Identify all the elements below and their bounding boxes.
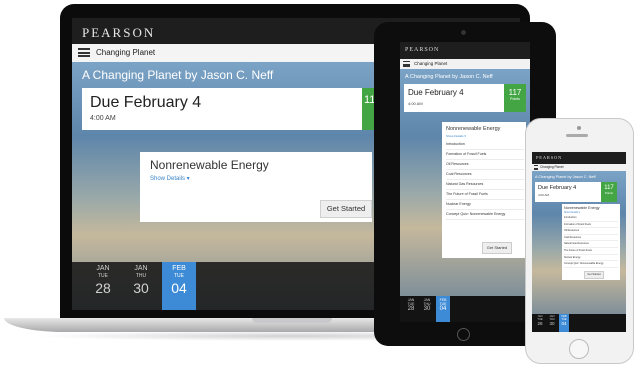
- date-day: 04: [439, 306, 447, 312]
- date-month: FEB: [172, 265, 186, 272]
- date-weekday: TUE: [174, 273, 184, 279]
- brand-logo: PEARSON: [536, 155, 563, 160]
- assignment-title: A Changing Planet by Jason C. Neff: [405, 74, 493, 80]
- date-month: JAN: [134, 265, 148, 272]
- date-tab-feb-04[interactable]: FEB TUE 04: [559, 314, 569, 332]
- points-badge: 117 Points: [504, 84, 526, 112]
- due-date: Due February 4: [90, 94, 202, 111]
- task-card: Nonrenewable Energy Show Details ▾ Intro…: [562, 204, 620, 280]
- hamburger-menu-icon[interactable]: [534, 165, 538, 169]
- date-strip: JAN TUE 28 JAN THU 30 FEB TUE 04: [532, 314, 626, 332]
- due-card: Due February 4 4:00 AM: [404, 84, 504, 112]
- laptop-notch: [252, 318, 332, 323]
- task-item-list: Introduction Formation of Fossil Fuels O…: [446, 140, 524, 220]
- date-day: 30: [133, 280, 149, 296]
- nav-bar: Changing Planet: [532, 164, 626, 171]
- app-header: PEARSON: [532, 152, 626, 164]
- date-day: 04: [171, 280, 187, 296]
- date-weekday: TUE: [98, 273, 108, 279]
- list-item[interactable]: Natural Gas Resources: [446, 180, 524, 190]
- date-day: 28: [95, 280, 111, 296]
- assignment-title: A Changing Planet by Jason C. Neff: [535, 175, 596, 179]
- phone-speaker: [566, 134, 588, 137]
- due-time: 4:00 AM: [538, 193, 550, 197]
- list-item[interactable]: Nuclear Energy: [446, 200, 524, 210]
- due-date: Due February 4: [408, 88, 464, 97]
- tablet-camera: [461, 30, 466, 35]
- phone-home-button: [569, 339, 589, 359]
- list-item[interactable]: Formation of Fossil Fuels: [564, 222, 618, 229]
- show-details-link[interactable]: Show Details ▾: [150, 175, 190, 182]
- date-day: 04: [561, 321, 567, 326]
- points-badge: 117 Points: [601, 182, 617, 202]
- task-title: Nonrenewable Energy: [564, 206, 600, 210]
- date-weekday: THU: [135, 273, 147, 279]
- assignment-title: A Changing Planet by Jason C. Neff: [82, 68, 274, 82]
- brand-logo: PEARSON: [82, 25, 156, 40]
- show-details-link[interactable]: Show Details ▾: [446, 134, 466, 138]
- course-title[interactable]: Changing Planet: [414, 61, 447, 66]
- date-day: 28: [537, 321, 543, 326]
- task-card: Nonrenewable Energy Show Details ▾ Intro…: [442, 122, 526, 258]
- list-item[interactable]: Nuclear Energy: [564, 255, 618, 262]
- task-item-list: Introduction Formation of Fossil Fuels O…: [564, 215, 618, 268]
- list-item[interactable]: Concept Quiz: Nonrenewable Energy: [564, 261, 618, 268]
- due-card: Due February 4 4:00 AM: [535, 182, 601, 202]
- hamburger-menu-icon[interactable]: [403, 61, 410, 67]
- date-tab-jan-28[interactable]: JAN TUE 28: [86, 265, 120, 309]
- date-day: 30: [549, 321, 555, 326]
- tablet-screen: PEARSON Changing Planet A Changing Plane…: [400, 42, 530, 322]
- points-label: Points: [510, 97, 520, 101]
- course-title[interactable]: Changing Planet: [96, 48, 155, 57]
- list-item[interactable]: Introduction: [446, 140, 524, 150]
- points-label: Points: [605, 191, 613, 195]
- get-started-button[interactable]: Get Started: [482, 242, 512, 254]
- get-started-button[interactable]: Get Started: [584, 271, 604, 279]
- date-tab-jan-28[interactable]: JAN TUE 28: [535, 315, 545, 331]
- list-item[interactable]: Introduction: [564, 215, 618, 222]
- nav-bar: Changing Planet: [400, 59, 530, 69]
- date-tab-jan-30[interactable]: JAN THU 30: [124, 265, 158, 309]
- due-time: 4:00 AM: [90, 115, 116, 122]
- date-strip: JAN TUE 28 JAN THU 30 FEB TUE 04: [400, 296, 530, 322]
- show-details-link[interactable]: Show Details ▾: [564, 211, 580, 214]
- list-item[interactable]: Oil Resources: [446, 160, 524, 170]
- date-month: JAN: [96, 265, 110, 272]
- list-item[interactable]: Coal Resources: [564, 235, 618, 242]
- phone-camera: [577, 126, 581, 130]
- points-value: 117: [508, 88, 522, 97]
- tablet-home-button: [457, 328, 470, 341]
- get-started-button[interactable]: Get Started: [320, 200, 372, 218]
- list-item[interactable]: Formation of Fossil Fuels: [446, 150, 524, 160]
- list-item[interactable]: Oil Resources: [564, 228, 618, 235]
- date-tab-feb-04[interactable]: FEB TUE 04: [436, 296, 450, 322]
- course-title[interactable]: Changing Planet: [540, 165, 564, 169]
- date-tab-feb-04[interactable]: FEB TUE 04: [162, 262, 196, 310]
- list-item[interactable]: The Future of Fossil Fuels: [564, 248, 618, 255]
- list-item[interactable]: Natural Gas Resources: [564, 241, 618, 248]
- due-date: Due February 4: [538, 185, 577, 191]
- list-item[interactable]: Concept Quiz: Nonrenewable Energy: [446, 210, 524, 220]
- brand-logo: PEARSON: [405, 47, 440, 53]
- date-day: 30: [423, 306, 431, 312]
- hamburger-menu-icon[interactable]: [78, 48, 90, 57]
- task-title: Nonrenewable Energy: [150, 158, 269, 172]
- due-time: 4:00 AM: [408, 101, 423, 106]
- date-tab-jan-30[interactable]: JAN THU 30: [547, 315, 557, 331]
- task-card: Nonrenewable Energy Show Details ▾ Get S…: [140, 152, 372, 222]
- date-tab-jan-28[interactable]: JAN TUE 28: [404, 298, 418, 320]
- date-day: 28: [407, 306, 415, 312]
- task-title: Nonrenewable Energy: [446, 126, 501, 132]
- date-tab-jan-30[interactable]: JAN THU 30: [420, 298, 434, 320]
- list-item[interactable]: The Future of Fossil Fuels: [446, 190, 524, 200]
- phone-screen: PEARSON Changing Planet A Changing Plane…: [532, 152, 626, 332]
- due-card: Due February 4 4:00 AM: [82, 88, 372, 130]
- app-header: PEARSON: [400, 42, 530, 59]
- list-item[interactable]: Coal Resources: [446, 170, 524, 180]
